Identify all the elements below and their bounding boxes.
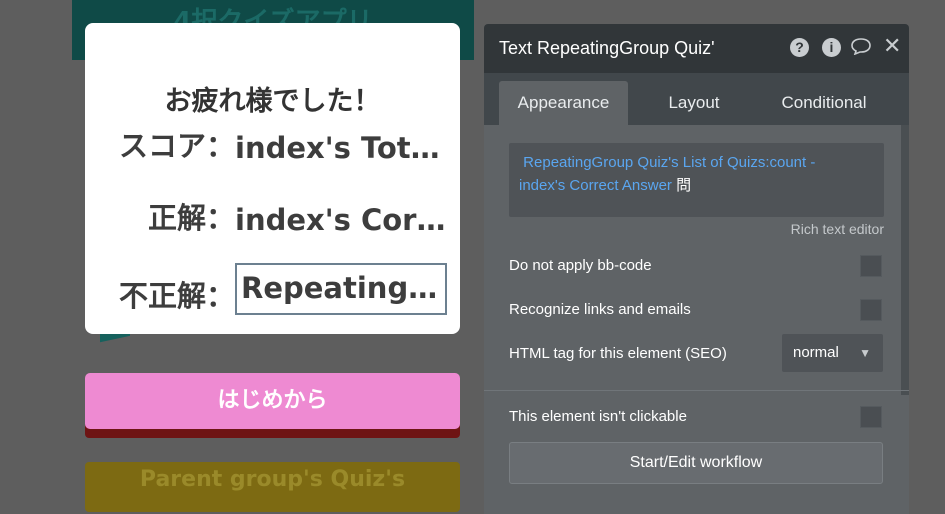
static-text: 問 [676, 177, 692, 194]
text-content-editor[interactable]: RepeatingGroup Quiz's List of Quizs:coun… [509, 143, 884, 217]
score-value-text[interactable]: index's Total... [235, 131, 450, 165]
wrong-label: 不正解： [118, 279, 235, 313]
choice-group[interactable]: Parent group's Quiz's [85, 462, 460, 512]
comment-icon[interactable] [850, 37, 872, 60]
html-tag-value: normal [793, 344, 839, 361]
panel-title: Text RepeatingGroup Quiz' [499, 38, 715, 58]
html-tag-select[interactable]: normal ▼ [782, 334, 883, 372]
property-editor-panel: Text RepeatingGroup Quiz' ? i ✕ Appearan… [484, 24, 909, 514]
dynamic-expression[interactable]: RepeatingGroup Quiz's List of Quizs:coun… [523, 154, 815, 171]
result-popup[interactable]: お疲れ様でした！ スコア：index's Total... 正解：index's… [85, 23, 460, 334]
links-checkbox[interactable] [860, 299, 882, 321]
result-title: お疲れ様でした！ [164, 86, 381, 117]
wrong-row: 不正解：RepeatingGr... [85, 263, 447, 315]
links-label: Recognize links and emails [509, 301, 691, 318]
chevron-down-icon: ▼ [859, 346, 871, 360]
not-clickable-label: This element isn't clickable [509, 408, 687, 425]
wrong-value-text-selected[interactable]: RepeatingGr... [235, 263, 447, 315]
correct-row: 正解：index's Corre... [85, 195, 457, 237]
close-icon[interactable]: ✕ [883, 35, 901, 57]
section-divider [484, 390, 909, 391]
tab-conditional[interactable]: Conditional [762, 81, 886, 125]
panel-scrollbar[interactable] [901, 125, 909, 395]
tab-bar: Appearance Layout Conditional [484, 73, 909, 125]
score-row: スコア：index's Total... [85, 123, 450, 165]
rich-text-editor-link[interactable]: Rich text editor [791, 221, 884, 237]
bbcode-checkbox[interactable] [860, 255, 882, 277]
panel-header[interactable]: Text RepeatingGroup Quiz' ? i ✕ [484, 24, 909, 73]
bbcode-label: Do not apply bb-code [509, 257, 652, 274]
dynamic-expression[interactable]: index's Correct Answer [519, 177, 672, 194]
score-label: スコア： [118, 129, 235, 163]
info-icon[interactable]: i [822, 38, 841, 57]
not-clickable-checkbox[interactable] [860, 406, 882, 428]
correct-value-text[interactable]: index's Corre... [235, 203, 457, 237]
tab-layout[interactable]: Layout [644, 81, 744, 125]
html-tag-label: HTML tag for this element (SEO) [509, 345, 727, 362]
correct-label: 正解： [147, 201, 235, 235]
help-icon[interactable]: ? [790, 38, 809, 57]
start-edit-workflow-button[interactable]: Start/Edit workflow [509, 442, 883, 484]
tab-appearance[interactable]: Appearance [499, 81, 628, 125]
restart-button[interactable]: はじめから [85, 373, 460, 429]
